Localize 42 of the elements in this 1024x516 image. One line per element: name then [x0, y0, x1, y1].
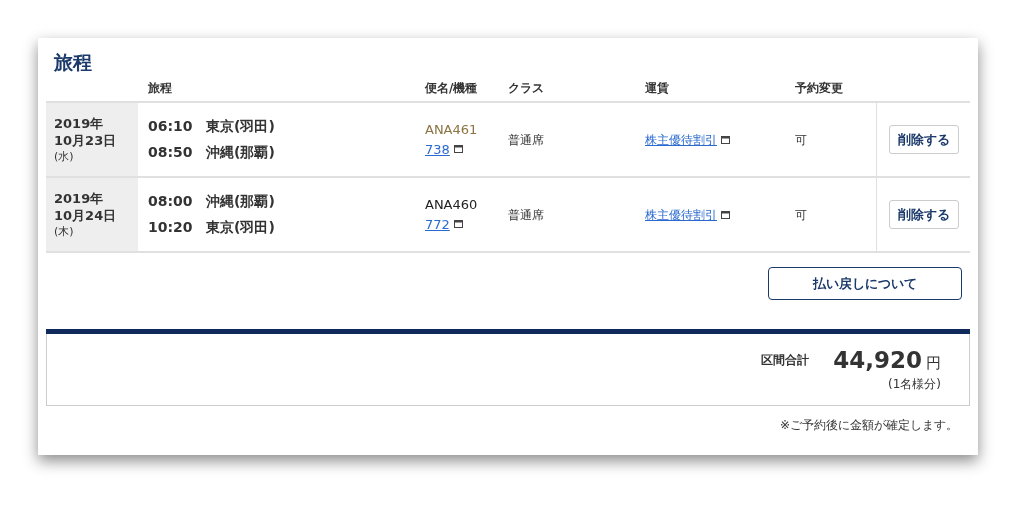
- date-year: 2019年: [54, 190, 105, 207]
- date-day: 10月24日: [54, 207, 138, 224]
- airport-name: 沖縄(那覇): [206, 143, 275, 162]
- departure-time: 10:20: [148, 218, 194, 237]
- window-icon: [721, 135, 730, 144]
- flight-number: ANA460: [425, 196, 479, 214]
- delete-button[interactable]: 削除する: [888, 200, 959, 229]
- class-cell-text: 普通席: [508, 131, 544, 149]
- change-cell-text: 可: [795, 131, 807, 149]
- total-label: 区間合計: [761, 352, 810, 369]
- fare-link[interactable]: 株主優待割引: [645, 130, 717, 149]
- column-header: 運賃: [645, 79, 670, 97]
- class-cell-text: 普通席: [508, 206, 544, 224]
- airport-name: 沖縄(那覇): [206, 192, 275, 211]
- section-title: 旅程: [53, 50, 93, 74]
- aircraft-link[interactable]: 772: [425, 214, 450, 234]
- departure-time: 06:10: [148, 117, 194, 136]
- delete-button[interactable]: 削除する: [888, 125, 959, 154]
- total-amount: 44,920: [833, 346, 922, 374]
- currency-unit: 円: [926, 353, 941, 374]
- window-icon: [453, 145, 463, 154]
- weekday: (水): [54, 149, 75, 164]
- aircraft-link[interactable]: 738: [425, 139, 450, 159]
- weekday: (木): [54, 224, 75, 239]
- column-header: 予約変更: [795, 79, 843, 97]
- column-header: クラス: [508, 79, 545, 97]
- column-header: 便名/機種: [425, 79, 479, 97]
- airport-name: 東京(羽田): [206, 117, 275, 136]
- date-day: 10月23日: [54, 132, 138, 149]
- airport-name: 東京(羽田): [206, 218, 275, 237]
- window-icon: [453, 220, 463, 229]
- column-header: 旅程: [148, 79, 173, 97]
- window-icon: [721, 210, 730, 219]
- total-note: (1名様分): [888, 375, 941, 393]
- refund-button[interactable]: 払い戻しについて: [768, 267, 962, 300]
- flight-number: ANA461: [425, 121, 479, 139]
- fare-link[interactable]: 株主優待割引: [645, 205, 717, 224]
- departure-time: 08:50: [148, 143, 194, 162]
- change-cell-text: 可: [795, 206, 807, 224]
- date-year: 2019年: [54, 115, 105, 132]
- footnote: ※ご予約後に金額が確定します。: [779, 417, 958, 434]
- departure-time: 08:00: [148, 192, 194, 211]
